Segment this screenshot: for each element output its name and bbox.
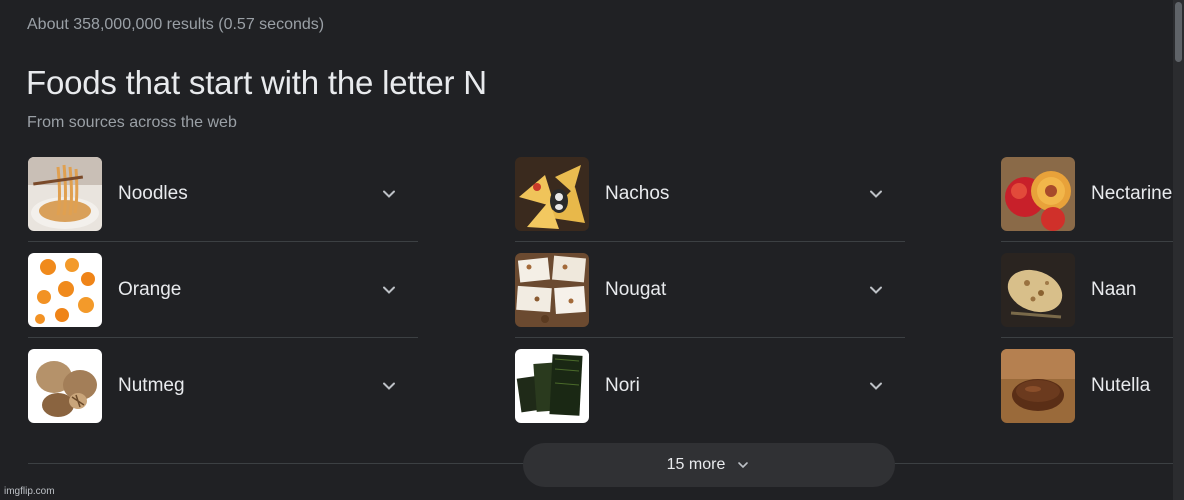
vertical-scrollbar[interactable] [1173, 0, 1184, 500]
food-item-label: Nachos [605, 183, 670, 204]
food-item-label: Noodles [118, 183, 188, 204]
section-subtitle: From sources across the web [27, 114, 237, 131]
chevron-down-icon[interactable] [866, 376, 886, 396]
show-more-label: 15 more [666, 456, 726, 473]
chevron-down-icon[interactable] [866, 280, 886, 300]
chevron-down-icon[interactable] [866, 184, 886, 204]
watermark: imgflip.com [4, 486, 55, 497]
food-item-orange[interactable]: Orange [28, 242, 418, 338]
food-item-nutmeg[interactable]: Nutmeg [28, 338, 418, 434]
nori-image [515, 349, 589, 423]
food-item-label: Nori [605, 375, 640, 396]
food-column-1: Noodles Orange Nutmeg [28, 146, 418, 434]
chevron-down-icon[interactable] [379, 280, 399, 300]
result-stats: About 358,000,000 results (0.57 seconds) [27, 16, 325, 33]
show-more-button[interactable]: 15 more [523, 443, 895, 487]
chevron-down-icon[interactable] [379, 376, 399, 396]
noodles-image [28, 157, 102, 231]
food-item-label: Nectarine [1091, 183, 1173, 204]
food-item-label: Orange [118, 279, 182, 300]
food-column-3: Nectarine Naan Nutella [1001, 146, 1184, 434]
nectarine-image [1001, 157, 1075, 231]
food-item-nougat[interactable]: Nougat [515, 242, 905, 338]
food-item-label: Naan [1091, 279, 1137, 300]
food-item-naan[interactable]: Naan [1001, 242, 1184, 338]
scrollbar-thumb[interactable] [1175, 2, 1182, 62]
naan-image [1001, 253, 1075, 327]
food-item-label: Nutella [1091, 375, 1151, 396]
nougat-image [515, 253, 589, 327]
chevron-down-icon [735, 457, 751, 473]
food-item-noodles[interactable]: Noodles [28, 146, 418, 242]
nutmeg-image [28, 349, 102, 423]
food-item-nori[interactable]: Nori [515, 338, 905, 434]
nachos-image [515, 157, 589, 231]
food-item-nectarine[interactable]: Nectarine [1001, 146, 1184, 242]
nutella-image [1001, 349, 1075, 423]
food-item-label: Nutmeg [118, 375, 185, 396]
food-item-nutella[interactable]: Nutella [1001, 338, 1184, 434]
section-title: Foods that start with the letter N [26, 64, 487, 101]
food-item-nachos[interactable]: Nachos [515, 146, 905, 242]
food-item-label: Nougat [605, 279, 667, 300]
food-column-2: Nachos Nougat Nori [515, 146, 905, 434]
chevron-down-icon[interactable] [379, 184, 399, 204]
orange-image [28, 253, 102, 327]
